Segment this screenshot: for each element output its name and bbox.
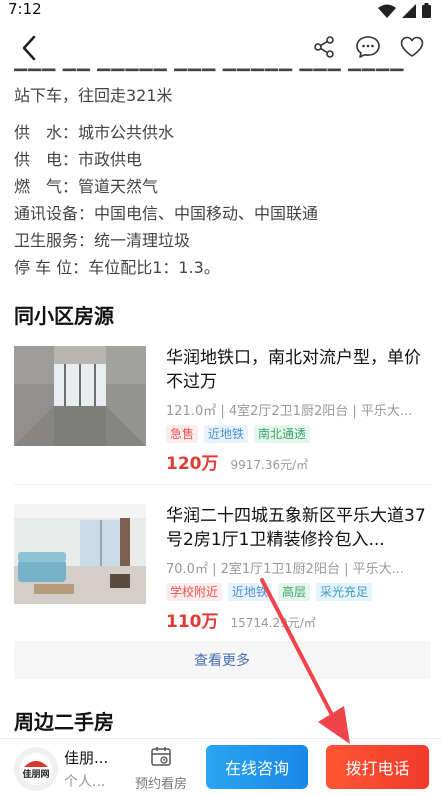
row-value: 管道天然气	[78, 177, 159, 196]
listing-title: 华润二十四城五象新区平乐大道37号2房1厅1卫精装修拎包入...	[166, 506, 426, 550]
section-title-nearby: 周边二手房	[14, 710, 114, 734]
call-phone-button[interactable]: 拨打电话	[326, 745, 429, 789]
row-label: 燃 气：	[14, 177, 79, 196]
back-button[interactable]	[16, 34, 44, 62]
listing-tags: 学校附近 近地铁 高层 采光充足	[166, 583, 432, 601]
tag: 高层	[278, 583, 311, 601]
listing-info: 华润地铁口，南北对流户型，单价不过万 121.0㎡ | 4室2厅2卫1厨2阳台 …	[166, 346, 432, 474]
battery-icon	[422, 3, 431, 18]
appointment-label: 预约看房	[134, 777, 187, 792]
agent-role: 个人...	[64, 774, 106, 790]
listing-title: 华润地铁口，南北对流户型，单价不过万	[166, 348, 421, 392]
listing-photo	[14, 346, 146, 446]
chat-bubble-icon	[356, 36, 380, 58]
agent-avatar[interactable]: 佳朋网	[14, 747, 58, 791]
price-row: 120万 9917.36元/㎡	[166, 449, 432, 474]
row-label: 停 车 位：	[14, 258, 89, 277]
row-label: 供 水：	[14, 123, 79, 142]
divider	[14, 484, 432, 485]
parking-row: 停 车 位：车位配比1：1.3。	[14, 254, 220, 278]
tag: 近地铁	[228, 583, 273, 601]
row-value: 中国电信、中国移动、中国联通	[94, 204, 319, 223]
agent-name[interactable]: 佳朋...	[64, 747, 108, 768]
nav-actions	[311, 34, 425, 60]
listing-info: 华润二十四城五象新区平乐大道37号2房1厅1卫精装修拎包入... 70.0㎡ |…	[166, 504, 432, 632]
chat-button[interactable]	[355, 34, 381, 60]
telecom-row: 通讯设备：中国电信、中国移动、中国联通	[14, 200, 318, 224]
wifi-icon	[378, 4, 396, 18]
water-supply-row: 供 水：城市公共供水	[14, 119, 174, 143]
row-value: 城市公共供水	[78, 123, 175, 142]
status-icons	[378, 3, 431, 18]
view-more-button[interactable]: 查看更多	[14, 641, 430, 679]
row-value: 统一清理垃圾	[94, 231, 191, 250]
share-icon	[314, 36, 334, 58]
section-title-same-community: 同小区房源	[14, 304, 114, 328]
favorite-button[interactable]	[399, 34, 425, 60]
online-consult-button[interactable]: 在线咨询	[206, 745, 308, 789]
appointment-button[interactable]: 预约看房	[130, 745, 192, 792]
row-label: 卫生服务：	[14, 231, 95, 250]
sanitation-row: 卫生服务：统一清理垃圾	[14, 227, 190, 251]
share-button[interactable]	[311, 34, 337, 60]
signal-icon	[402, 3, 416, 18]
bottom-action-bar: 佳朋网 佳朋... 个人... 预约看房 在线咨询 拨打电话	[0, 738, 441, 795]
status-time: 7:12	[8, 0, 42, 18]
tag: 学校附近	[166, 583, 223, 601]
status-bar: 7:12	[0, 0, 441, 22]
row-label: 通讯设备：	[14, 204, 95, 223]
listing-photo	[14, 504, 146, 604]
listing-price: 120万	[166, 454, 219, 474]
row-value: 车位配比1：1.3。	[88, 258, 220, 277]
tag: 近地铁	[204, 425, 249, 443]
listing-meta: 70.0㎡ | 2室1厅1卫1厨2阳台 | 平乐大...	[166, 562, 404, 577]
tag: 采光充足	[316, 583, 373, 601]
listing-tags: 急售 近地铁 南北通透	[166, 425, 432, 443]
tag: 急售	[166, 425, 199, 443]
listing-meta: 121.0㎡ | 4室2厅2卫1厨2阳台 | 平乐大...	[166, 404, 413, 419]
power-supply-row: 供 电：市政供电	[14, 146, 142, 170]
back-arrow-icon	[22, 35, 36, 61]
listing-unit-price: 15714.29元/㎡	[230, 616, 316, 630]
row-value: 市政供电	[78, 150, 143, 169]
price-row: 110万 15714.29元/㎡	[166, 607, 432, 632]
listing-price: 110万	[166, 612, 219, 632]
heart-icon	[400, 36, 424, 57]
listing-unit-price: 9917.36元/㎡	[230, 458, 309, 472]
cut-off-text: ▁▁▁ ▁▁ ▁▁▁▁▁ ▁▁▁ ▁▁▁▁▁ ▁▁▁ ▁▁▁▁ ▁▁▁ ▁ ▁▁	[14, 62, 405, 76]
tag: 南北通透	[254, 425, 311, 443]
listing-card[interactable]: 华润二十四城五象新区平乐大道37号2房1厅1卫精装修拎包入... 70.0㎡ |…	[14, 504, 432, 632]
listing-card[interactable]: 华润地铁口，南北对流户型，单价不过万 121.0㎡ | 4室2厅2卫1厨2阳台 …	[14, 346, 432, 474]
calendar-icon	[151, 747, 171, 766]
row-label: 供 电：	[14, 150, 79, 169]
transit-text: 站下车，往回走321米	[14, 86, 173, 105]
agent-logo-text: 佳朋网	[22, 770, 50, 780]
gas-row: 燃 气：管道天然气	[14, 173, 158, 197]
